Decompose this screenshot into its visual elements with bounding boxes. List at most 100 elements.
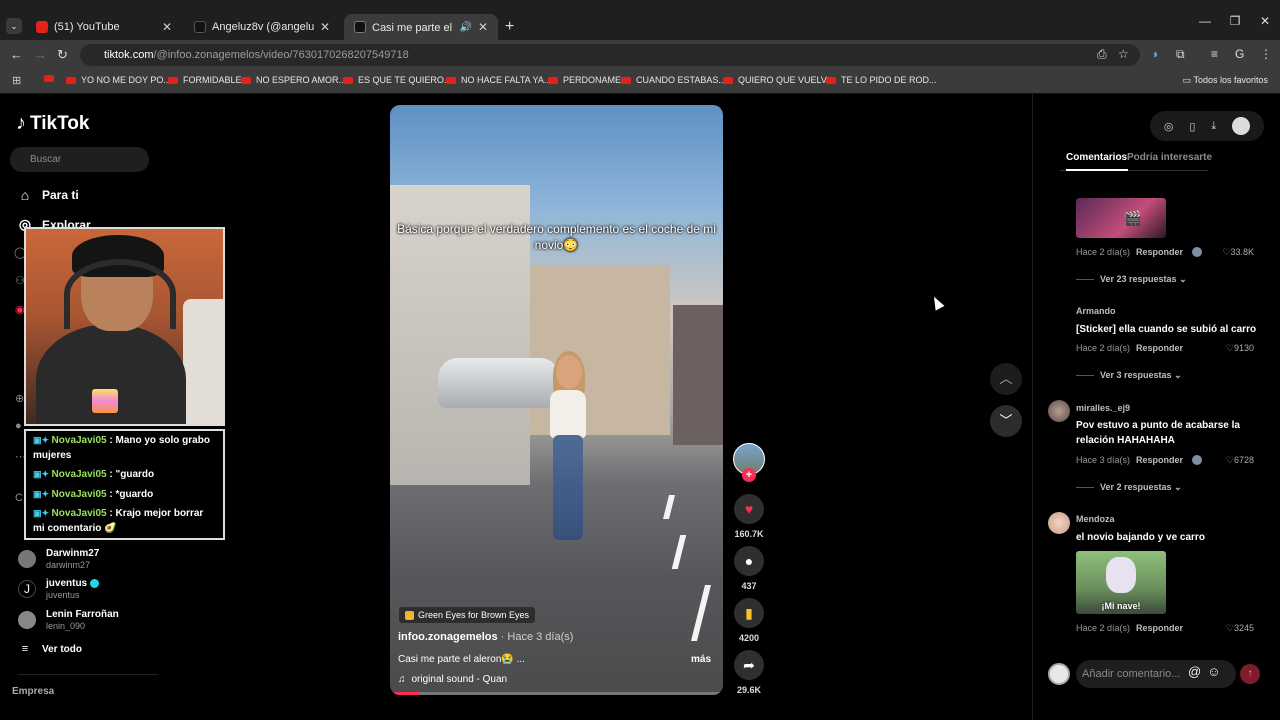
like-button[interactable]: ♥ bbox=[734, 494, 764, 524]
bookmark-item[interactable]: QUIERO QUE VUELV... bbox=[723, 75, 834, 85]
reply-button[interactable]: Responder bbox=[1136, 343, 1183, 353]
bookmark-item[interactable]: ES QUE TE QUIERO... bbox=[343, 75, 451, 85]
view-replies-label: Ver 2 respuestas bbox=[1100, 482, 1172, 492]
comment-sticker-image[interactable]: 🎬 bbox=[1076, 198, 1166, 238]
bookmark-item[interactable]: TE LO PIDO DE ROD... bbox=[826, 75, 937, 85]
sound-link[interactable]: ♫ original sound - Quan bbox=[398, 674, 507, 685]
chat-username: NovaJavi05 bbox=[51, 508, 107, 519]
footer-company-link[interactable]: Empresa bbox=[12, 686, 54, 697]
author-name[interactable]: infoo.zonagemelos bbox=[398, 631, 498, 643]
more-button[interactable]: más bbox=[691, 654, 711, 665]
apps-icon[interactable]: ⊞ bbox=[12, 74, 21, 87]
extension-icon[interactable]: ◗ bbox=[1152, 47, 1159, 61]
profile-icon[interactable]: G bbox=[1235, 47, 1244, 61]
compass-icon[interactable]: ◎ bbox=[1164, 120, 1174, 133]
bookmark-icon: ▮ bbox=[745, 605, 753, 621]
comment-username[interactable]: miralles._ej9 bbox=[1076, 403, 1130, 413]
comment-username[interactable]: Armando bbox=[1076, 306, 1116, 316]
video-author[interactable]: infoo.zonagemelos · Hace 3 día(s) bbox=[398, 631, 573, 643]
comment-like-count[interactable]: ♡9130 bbox=[1194, 343, 1254, 354]
menu-icon[interactable]: ⋮ bbox=[1260, 47, 1272, 61]
commenter-avatar[interactable] bbox=[1048, 512, 1070, 534]
view-replies-button[interactable]: Ver 23 respuestas ⌄ bbox=[1076, 274, 1187, 285]
media-controls-icon[interactable]: ≡ bbox=[1211, 47, 1218, 61]
search-input[interactable]: Buscar bbox=[10, 147, 149, 172]
following-account[interactable]: Darwinm27 darwinm27 bbox=[18, 548, 99, 570]
bookmark-item[interactable]: FORMIDABLE bbox=[168, 75, 242, 85]
profile-icon[interactable]: ● bbox=[15, 420, 22, 432]
speaker-icon[interactable]: 🔊 bbox=[459, 22, 471, 33]
post-comment-button[interactable]: ↑ bbox=[1240, 664, 1260, 684]
video-progress-bar[interactable] bbox=[390, 692, 723, 695]
tab-tiktok-profile[interactable]: Angeluz8v (@angeluzbv) | TikTo ✕ bbox=[184, 14, 340, 40]
close-window-icon[interactable]: ✕ bbox=[1250, 14, 1280, 28]
music-chip[interactable]: Green Eyes for Brown Eyes bbox=[399, 607, 536, 623]
user-avatar[interactable] bbox=[1232, 117, 1251, 135]
view-replies-button[interactable]: Ver 2 respuestas ⌄ bbox=[1076, 482, 1182, 493]
save-button[interactable]: ▮ bbox=[734, 598, 764, 628]
tab-label: Casi me parte el aleron😭 bbox=[372, 21, 453, 34]
previous-video-button[interactable]: ︿ bbox=[990, 363, 1022, 395]
upload-icon[interactable]: ⊕ bbox=[15, 392, 24, 405]
tab-close-icon[interactable]: ✕ bbox=[162, 20, 172, 34]
bookmark-item[interactable] bbox=[44, 75, 54, 82]
nav-label: Para ti bbox=[42, 188, 79, 202]
comment-sticker-image[interactable]: ¡Mi nave! bbox=[1076, 551, 1166, 614]
emoji-icon[interactable]: ☺ bbox=[1207, 664, 1220, 679]
share-icon: ➦ bbox=[743, 657, 755, 673]
download-icon[interactable]: ⤓ bbox=[1211, 120, 1216, 133]
mention-icon[interactable]: @ bbox=[1188, 664, 1201, 679]
comment-username[interactable]: Mendoza bbox=[1076, 514, 1115, 524]
account-handle: lenin_090 bbox=[46, 621, 86, 631]
like-value: 9130 bbox=[1233, 343, 1254, 353]
tab-search-icon[interactable]: ⌄ bbox=[6, 18, 22, 34]
tab-close-icon[interactable]: ✕ bbox=[478, 20, 488, 34]
next-video-button[interactable]: ﹀ bbox=[990, 405, 1022, 437]
reload-icon[interactable]: ↻ bbox=[57, 47, 68, 63]
install-icon[interactable]: ⎙ bbox=[1097, 47, 1107, 62]
comment-button[interactable]: ● bbox=[734, 546, 764, 576]
follow-plus-icon[interactable]: + bbox=[742, 468, 756, 482]
comment-input-placeholder: Añadir comentario... bbox=[1082, 668, 1181, 680]
nav-for-you[interactable]: ⌂ Para ti bbox=[18, 187, 79, 203]
chevron-down-icon: ⌄ bbox=[1174, 370, 1182, 380]
list-icon: ≡ bbox=[21, 643, 29, 655]
tab-tiktok-video[interactable]: Casi me parte el aleron😭 🔊 ✕ bbox=[344, 14, 498, 40]
new-tab-button[interactable]: + bbox=[505, 18, 514, 36]
following-account[interactable]: Lenin Farroñan lenin_090 bbox=[18, 609, 119, 631]
comment-like-count[interactable]: ♡3245 bbox=[1194, 623, 1254, 634]
bookmark-item[interactable]: NO ESPERO AMOR... bbox=[241, 75, 346, 85]
tab-comments[interactable]: Comentarios bbox=[1066, 152, 1127, 163]
music-note-icon: ♫ bbox=[398, 674, 406, 685]
bookmark-item[interactable]: NO HACE FALTA YA... bbox=[446, 75, 551, 85]
reply-button[interactable]: Responder bbox=[1136, 455, 1183, 465]
following-account[interactable]: J juventus juventus bbox=[18, 578, 99, 600]
address-bar[interactable]: tiktok.com/@infoo.zonagemelos/video/7630… bbox=[80, 44, 1140, 66]
chevron-up-icon: ︿ bbox=[999, 371, 1013, 386]
share-button[interactable]: ➦ bbox=[734, 650, 764, 680]
bookmark-item[interactable]: PERDONAME bbox=[548, 75, 621, 85]
video-player[interactable]: Básica porque el verdadero complemento e… bbox=[390, 105, 723, 695]
comment-like-count[interactable]: ♡6728 bbox=[1194, 455, 1254, 466]
device-icon[interactable]: ▯ bbox=[1189, 120, 1195, 133]
minimize-icon[interactable]: — bbox=[1190, 14, 1220, 28]
chat-message: ▣✦ NovaJavi05 : "guardo bbox=[33, 467, 216, 483]
extensions-puzzle-icon[interactable]: ⧉ bbox=[1176, 47, 1185, 62]
bookmark-item[interactable]: CUANDO ESTABAS... bbox=[621, 75, 726, 85]
comment-like-count[interactable]: ♡33.8K bbox=[1194, 247, 1254, 258]
back-icon[interactable]: ← bbox=[10, 47, 23, 62]
maximize-icon[interactable]: ❐ bbox=[1220, 14, 1250, 28]
tab-suggested[interactable]: Podría interesarte bbox=[1127, 152, 1212, 163]
reply-button[interactable]: Responder bbox=[1136, 623, 1183, 633]
tab-youtube[interactable]: (51) YouTube ✕ bbox=[26, 14, 182, 40]
tab-close-icon[interactable]: ✕ bbox=[320, 20, 330, 34]
commenter-avatar[interactable] bbox=[1048, 400, 1070, 422]
bookmark-item[interactable]: YO NO ME DOY PO... bbox=[66, 75, 171, 85]
forward-icon[interactable]: → bbox=[34, 47, 47, 62]
view-replies-button[interactable]: Ver 3 respuestas ⌄ bbox=[1076, 370, 1182, 381]
see-all-button[interactable]: ≡ Ver todo bbox=[18, 643, 82, 655]
tiktok-logo[interactable]: ♪ TikTok bbox=[16, 112, 89, 135]
reply-button[interactable]: Responder bbox=[1136, 247, 1183, 257]
bookmark-star-icon[interactable]: ☆ bbox=[1118, 47, 1129, 61]
all-bookmarks-folder[interactable]: ▭ Todos los favoritos bbox=[1183, 75, 1268, 86]
